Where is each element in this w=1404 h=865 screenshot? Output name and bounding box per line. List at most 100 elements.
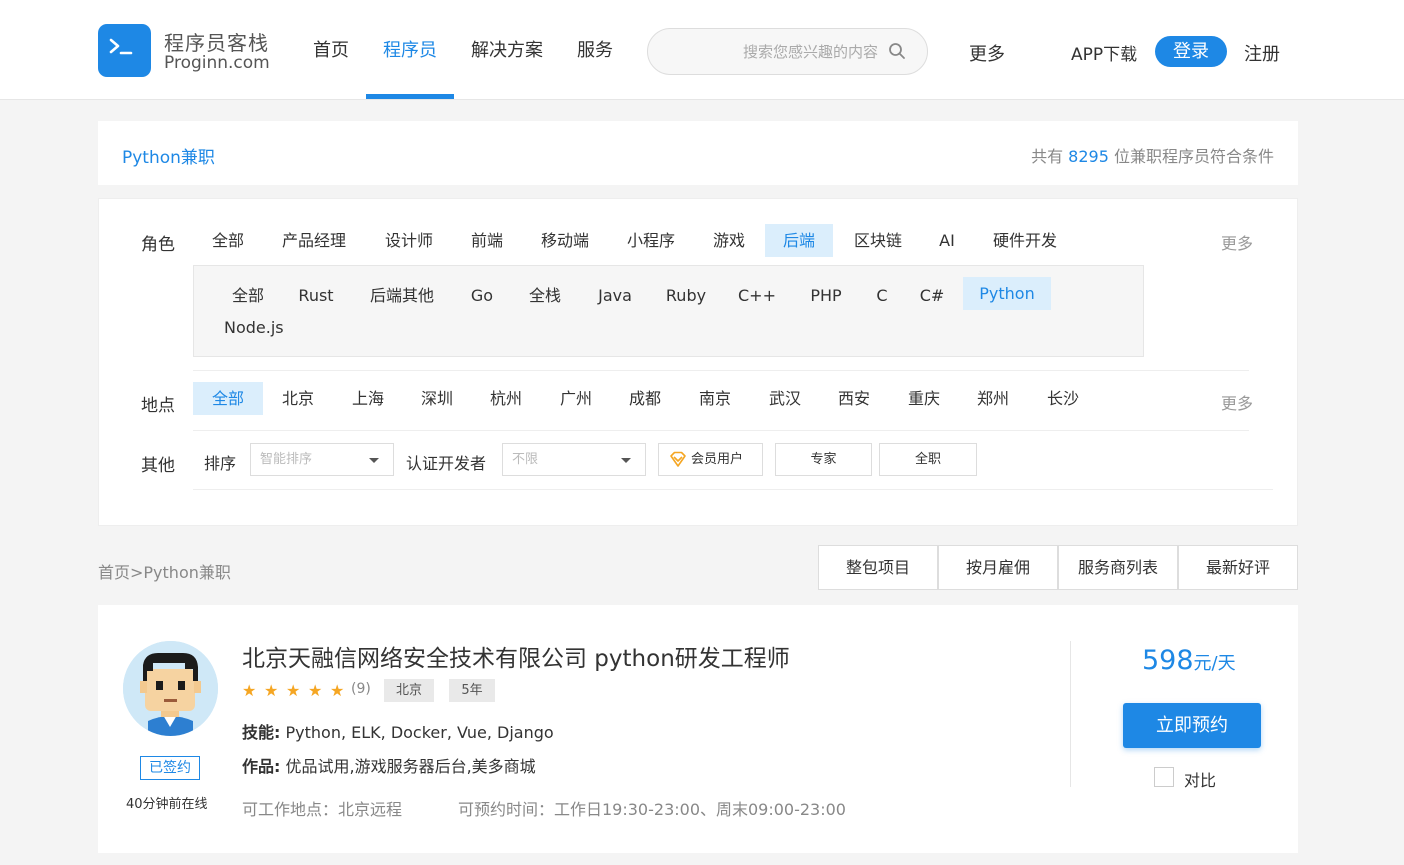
tab-latest-reviews[interactable]: 最新好评 [1178,545,1298,590]
role-mobile[interactable]: 移动端 [529,224,601,257]
cert-label: 认证开发者 [406,454,487,473]
role-backend[interactable]: 后端 [765,224,833,257]
location-nanjing[interactable]: 南京 [690,382,740,415]
search-icon[interactable] [888,42,906,64]
developer-title[interactable]: 北京天融信网络安全技术有限公司 python研发工程师 [242,639,790,673]
sort-select[interactable]: 智能排序 [250,443,394,476]
location-shenzhen[interactable]: 深圳 [412,382,462,415]
search-box [647,28,928,75]
fulltime-filter-button[interactable]: 全职 [879,443,977,476]
active-nav-indicator [366,94,454,99]
logo-text-cn[interactable]: 程序员客栈 [164,27,269,56]
location-chengdu[interactable]: 成都 [620,382,670,415]
search-input[interactable] [668,29,878,74]
available-time: 可预约时间：工作日19:30-23:00、周末09:00-23:00 [458,800,846,819]
role-more[interactable]: 更多 [1221,230,1253,254]
star-icon: ★ [286,681,301,700]
skills-value: Python, ELK, Docker, Vue, Django [285,723,554,742]
tab-monthly-hire[interactable]: 按月雇佣 [938,545,1058,590]
role-hardware[interactable]: 硬件开发 [981,224,1069,257]
location-more[interactable]: 更多 [1221,390,1253,414]
location-guangzhou[interactable]: 广州 [551,382,601,415]
subrole-go[interactable]: Go [464,279,500,312]
divider [193,430,1249,431]
skills-line: 技能: Python, ELK, Docker, Vue, Django [242,719,554,743]
breadcrumb[interactable]: 首页>Python兼职 [98,559,231,583]
sort-label: 排序 [204,454,237,473]
workplace: 可工作地点：北京远程 [242,800,403,819]
logo-text-en[interactable]: Proginn.com [164,53,270,73]
nav-services[interactable]: 服务 [577,36,613,62]
location-zhengzhou[interactable]: 郑州 [968,382,1018,415]
backend-subroles: 全部 Rust 后端其他 Go 全栈 Java Ruby C++ PHP C C… [193,265,1144,357]
subrole-fullstack[interactable]: 全栈 [520,279,570,312]
nav-programmers[interactable]: 程序员 [383,36,437,62]
role-game[interactable]: 游戏 [701,224,757,257]
city-badge: 北京 [384,679,434,702]
register-link[interactable]: 注册 [1244,40,1280,66]
location-shanghai[interactable]: 上海 [343,382,393,415]
location-beijing[interactable]: 北京 [273,382,323,415]
location-hangzhou[interactable]: 杭州 [481,382,531,415]
filter-panel: 角色 全部 产品经理 设计师 前端 移动端 小程序 游戏 后端 区块链 AI 硬… [98,198,1298,526]
count-suffix: 位兼职程序员符合条件 [1113,147,1274,166]
location-all[interactable]: 全部 [193,382,263,415]
subrole-cpp[interactable]: C++ [732,279,782,312]
logo-terminal-icon[interactable] [98,24,151,77]
subrole-rust[interactable]: Rust [290,279,342,312]
location-wuhan[interactable]: 武汉 [760,382,810,415]
sort-select-value: 智能排序 [260,452,313,467]
star-icon: ★ [242,681,257,700]
page-title-bar: Python兼职 共有 8295 位兼职程序员符合条件 [98,121,1298,185]
chevron-down-icon [369,458,379,463]
expert-filter-button[interactable]: 专家 [775,443,872,476]
subrole-nodejs[interactable]: Node.js [224,311,294,344]
location-label: 地点 [141,396,175,416]
nav-solutions[interactable]: 解决方案 [471,36,543,62]
tab-package-project[interactable]: 整包项目 [818,545,938,590]
location-changsha[interactable]: 长沙 [1038,382,1088,415]
divider [193,370,1249,371]
tab-provider-list[interactable]: 服务商列表 [1058,545,1178,590]
role-miniprogram[interactable]: 小程序 [615,224,687,257]
member-filter-label: 会员用户 [691,452,744,467]
nav-more[interactable]: 更多 [969,40,1005,66]
role-all[interactable]: 全部 [199,224,257,257]
works-line: 作品: 优品试用,游戏服务器后台,美多商城 [242,753,536,777]
role-frontend[interactable]: 前端 [459,224,515,257]
location-xian[interactable]: 西安 [829,382,879,415]
avatar[interactable] [123,641,218,736]
app-download-link[interactable]: APP下载 [1071,40,1137,65]
cert-select[interactable]: 不限 [502,443,646,476]
subrole-backend-other[interactable]: 后端其他 [362,279,442,312]
top-header: 程序员客栈 Proginn.com 首页 程序员 解决方案 服务 更多 APP下… [0,0,1404,100]
role-product-manager[interactable]: 产品经理 [271,224,357,257]
cert-select-value: 不限 [512,452,539,467]
count-prefix: 共有 [1031,147,1064,166]
member-filter-button[interactable]: 会员用户 [658,443,763,476]
skills-label: 技能: [242,723,281,742]
role-ai[interactable]: AI [927,224,967,257]
subrole-java[interactable]: Java [590,279,640,312]
login-button[interactable]: 登录 [1155,36,1227,67]
star-icon: ★ [308,681,323,700]
divider [1070,641,1071,787]
role-blockchain[interactable]: 区块链 [842,224,914,257]
review-count[interactable]: (9) [351,681,371,697]
last-online: 40分钟前在线 [126,797,208,812]
nav-home[interactable]: 首页 [313,36,349,62]
compare-label[interactable]: 对比 [1184,767,1216,791]
subrole-c[interactable]: C [868,279,896,312]
subrole-all[interactable]: 全部 [222,279,274,312]
subrole-csharp[interactable]: C# [912,279,952,312]
compare-checkbox[interactable] [1154,767,1174,787]
location-chongqing[interactable]: 重庆 [899,382,949,415]
result-count: 共有 8295 位兼职程序员符合条件 [1031,143,1274,167]
book-now-button[interactable]: 立即预约 [1123,703,1261,748]
count-number: 8295 [1068,147,1109,166]
subrole-python[interactable]: Python [963,277,1051,310]
subrole-php[interactable]: PHP [802,279,850,312]
subrole-ruby[interactable]: Ruby [658,279,714,312]
role-designer[interactable]: 设计师 [373,224,445,257]
diamond-icon [670,451,686,467]
